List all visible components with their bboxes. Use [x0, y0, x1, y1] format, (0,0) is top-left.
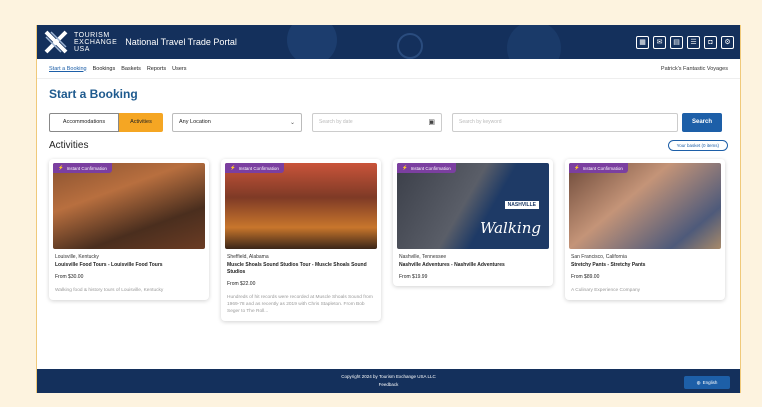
keyword-input-placeholder: Search by keyword: [459, 119, 502, 125]
activity-card[interactable]: ⚡ Instant Confirmation Louisville, Kentu…: [49, 159, 209, 300]
site-header: TOURISM EXCHANGE USA National Travel Tra…: [37, 25, 740, 59]
header-decoration: [397, 33, 423, 59]
date-input-placeholder: Search by date: [319, 119, 353, 125]
portal-title: National Travel Trade Portal: [125, 37, 237, 47]
location-select[interactable]: Any Location ⌄: [172, 112, 302, 132]
activity-location: Sheffield, Alabama: [227, 254, 269, 260]
logo-line: USA: [74, 45, 90, 53]
lightning-icon: ⚡: [58, 165, 64, 170]
header-decoration: [507, 25, 561, 59]
lightning-icon: ⚡: [574, 165, 580, 170]
activity-price: From $19.99: [399, 274, 428, 280]
copyright-text: Copyright 2024 by Tourism Exchange USA L…: [341, 374, 436, 379]
image-caption: Walking: [479, 219, 541, 237]
instant-confirmation-badge: ⚡ Instant Confirmation: [569, 163, 628, 173]
activity-price: From $22.00: [227, 281, 256, 287]
activity-description: A Culinary Experience Company: [571, 288, 641, 293]
activity-price: From $89.00: [571, 274, 600, 280]
activity-location: Nashville, Tennessee: [399, 254, 447, 260]
lightning-icon: ⚡: [230, 165, 236, 170]
activity-description: Hundreds of hit records were recorded at…: [227, 295, 373, 314]
date-input[interactable]: Search by date ▣: [312, 112, 442, 132]
search-button[interactable]: Search: [682, 112, 722, 132]
language-label: English: [702, 379, 718, 385]
image-tag: NASHVILLE: [504, 201, 539, 209]
keyword-input[interactable]: Search by keyword: [452, 112, 678, 132]
activity-image[interactable]: ⚡ Instant Confirmation: [225, 163, 377, 249]
activity-price: From $30.00: [55, 274, 84, 280]
logo[interactable]: TOURISM EXCHANGE USA: [43, 29, 117, 55]
badge-label: Instant Confirmation: [410, 165, 451, 171]
app-window: TOURISM EXCHANGE USA National Travel Tra…: [36, 25, 741, 393]
logo-mark-icon: [44, 30, 68, 54]
nav-item-reports[interactable]: Reports: [147, 66, 166, 72]
location-select-value: Any Location: [179, 119, 211, 125]
tab-accommodations[interactable]: Accommodations: [49, 112, 119, 132]
activity-image[interactable]: ⚡ Instant Confirmation NASHVILLE Walking: [397, 163, 549, 249]
activity-card[interactable]: ⚡ Instant Confirmation San Francisco, Ca…: [565, 159, 725, 300]
activity-name[interactable]: Nashville Adventures - Nashville Adventu…: [399, 262, 547, 269]
section-title: Activities: [49, 139, 89, 151]
badge-label: Instant Confirmation: [66, 165, 107, 171]
activity-card[interactable]: ⚡ Instant Confirmation Sheffield, Alabam…: [221, 159, 381, 321]
nav-item-users[interactable]: Users: [172, 66, 186, 72]
nav-item-bookings[interactable]: Bookings: [93, 66, 116, 72]
activity-location: Louisville, Kentucky: [55, 254, 99, 260]
feedback-link[interactable]: Feedback: [379, 381, 399, 389]
tab-activities[interactable]: Activities: [119, 112, 163, 132]
logo-line: TOURISM: [74, 31, 110, 39]
main-nav: Start a Booking Bookings Baskets Reports…: [37, 59, 740, 79]
chevron-down-icon: ⌄: [289, 119, 295, 126]
activity-location: San Francisco, California: [571, 254, 627, 260]
badge-label: Instant Confirmation: [582, 165, 623, 171]
settings-icon[interactable]: ⚙: [721, 35, 734, 49]
activity-name[interactable]: Louisville Food Tours - Louisville Food …: [55, 262, 203, 269]
activity-cards: ⚡ Instant Confirmation Louisville, Kentu…: [49, 159, 740, 321]
activity-name[interactable]: Muscle Shoals Sound Studios Tour - Muscl…: [227, 262, 375, 276]
logo-text: TOURISM EXCHANGE USA: [74, 32, 117, 53]
message-icon[interactable]: ✉: [653, 35, 666, 49]
document-icon[interactable]: ▤: [670, 35, 683, 49]
instant-confirmation-badge: ⚡ Instant Confirmation: [397, 163, 456, 173]
list-icon[interactable]: ☰: [687, 35, 700, 49]
calendar-icon: ▣: [428, 119, 435, 126]
language-button[interactable]: ◍ English: [684, 376, 730, 389]
calendar-icon[interactable]: ▦: [636, 35, 649, 49]
page-title: Start a Booking: [49, 87, 138, 101]
activity-card[interactable]: ⚡ Instant Confirmation NASHVILLE Walking…: [393, 159, 553, 286]
site-footer: Copyright 2024 by Tourism Exchange USA L…: [37, 369, 740, 393]
logo-line: EXCHANGE: [74, 38, 118, 46]
activities-header: Activities Your basket (0 items): [49, 138, 728, 152]
badge-label: Instant Confirmation: [238, 165, 279, 171]
lightning-icon: ⚡: [402, 165, 408, 170]
header-decoration: [287, 25, 337, 59]
header-icon-bar: ▦ ✉ ▤ ☰ ◘ ⚙: [636, 35, 734, 49]
activity-image[interactable]: ⚡ Instant Confirmation: [569, 163, 721, 249]
search-controls: Accommodations Activities Any Location ⌄…: [49, 112, 728, 132]
basket-button[interactable]: Your basket (0 items): [667, 139, 728, 151]
instant-confirmation-badge: ⚡ Instant Confirmation: [225, 163, 284, 173]
instant-confirmation-badge: ⚡ Instant Confirmation: [53, 163, 112, 173]
nav-item-baskets[interactable]: Baskets: [121, 66, 141, 72]
globe-icon: ◍: [696, 379, 701, 385]
nav-item-start-a-booking[interactable]: Start a Booking: [49, 66, 87, 72]
activity-name[interactable]: Stretchy Pants - Stretchy Pants: [571, 262, 719, 269]
chat-icon[interactable]: ◘: [704, 35, 717, 49]
company-name[interactable]: Patrick's Fantastic Voyages: [661, 66, 728, 72]
activity-image[interactable]: ⚡ Instant Confirmation: [53, 163, 205, 249]
activity-description: Walking food & history tours of Louisvil…: [55, 288, 164, 293]
